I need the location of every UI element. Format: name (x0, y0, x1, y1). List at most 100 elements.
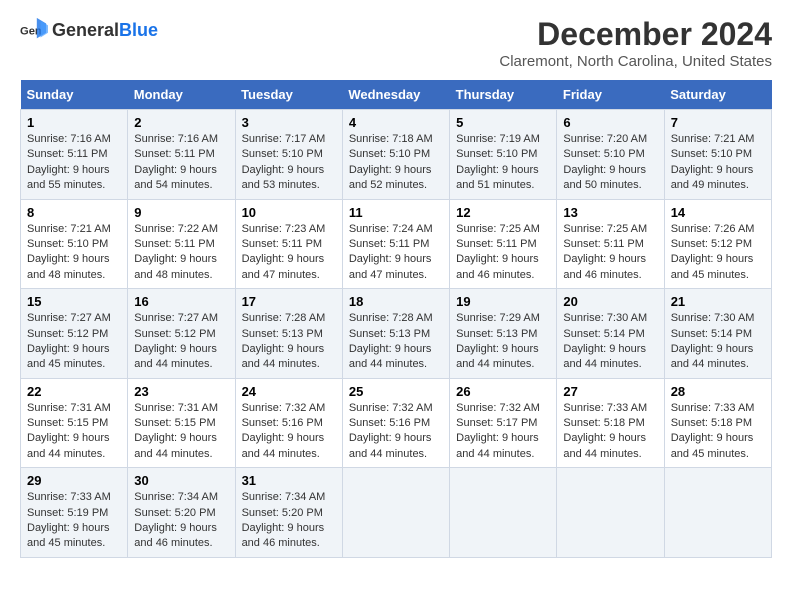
day-info: Sunrise: 7:26 AM Sunset: 5:12 PM Dayligh… (671, 222, 765, 284)
header-friday: Friday (557, 80, 664, 110)
day-number: 26 (456, 384, 550, 399)
page-header: Gen GeneralBlue December 2024 Claremont,… (20, 16, 772, 70)
day-cell (557, 468, 664, 558)
day-cell: 24 Sunrise: 7:32 AM Sunset: 5:16 PM Dayl… (235, 378, 342, 468)
day-info: Sunrise: 7:32 AM Sunset: 5:16 PM Dayligh… (349, 401, 443, 463)
day-info: Sunrise: 7:19 AM Sunset: 5:10 PM Dayligh… (456, 132, 550, 194)
day-number: 8 (27, 205, 121, 220)
day-cell: 13 Sunrise: 7:25 AM Sunset: 5:11 PM Dayl… (557, 199, 664, 289)
day-info: Sunrise: 7:16 AM Sunset: 5:11 PM Dayligh… (134, 132, 228, 194)
day-number: 3 (242, 115, 336, 130)
day-info: Sunrise: 7:30 AM Sunset: 5:14 PM Dayligh… (563, 311, 657, 373)
header-monday: Monday (128, 80, 235, 110)
day-cell (342, 468, 449, 558)
day-cell: 1 Sunrise: 7:16 AM Sunset: 5:11 PM Dayli… (21, 110, 128, 200)
calendar-header: SundayMondayTuesdayWednesdayThursdayFrid… (21, 80, 772, 110)
day-number: 20 (563, 294, 657, 309)
day-info: Sunrise: 7:17 AM Sunset: 5:10 PM Dayligh… (242, 132, 336, 194)
day-cell (664, 468, 771, 558)
day-info: Sunrise: 7:27 AM Sunset: 5:12 PM Dayligh… (134, 311, 228, 373)
day-cell: 31 Sunrise: 7:34 AM Sunset: 5:20 PM Dayl… (235, 468, 342, 558)
week-row-1: 1 Sunrise: 7:16 AM Sunset: 5:11 PM Dayli… (21, 110, 772, 200)
day-info: Sunrise: 7:32 AM Sunset: 5:17 PM Dayligh… (456, 401, 550, 463)
subtitle: Claremont, North Carolina, United States (499, 53, 772, 70)
header-wednesday: Wednesday (342, 80, 449, 110)
day-number: 13 (563, 205, 657, 220)
day-cell: 3 Sunrise: 7:17 AM Sunset: 5:10 PM Dayli… (235, 110, 342, 200)
day-number: 4 (349, 115, 443, 130)
day-number: 7 (671, 115, 765, 130)
calendar-table: SundayMondayTuesdayWednesdayThursdayFrid… (20, 80, 772, 558)
day-number: 12 (456, 205, 550, 220)
logo-text-blue: Blue (119, 20, 158, 40)
day-cell: 14 Sunrise: 7:26 AM Sunset: 5:12 PM Dayl… (664, 199, 771, 289)
day-info: Sunrise: 7:27 AM Sunset: 5:12 PM Dayligh… (27, 311, 121, 373)
day-info: Sunrise: 7:18 AM Sunset: 5:10 PM Dayligh… (349, 132, 443, 194)
day-number: 1 (27, 115, 121, 130)
day-info: Sunrise: 7:28 AM Sunset: 5:13 PM Dayligh… (349, 311, 443, 373)
calendar-body: 1 Sunrise: 7:16 AM Sunset: 5:11 PM Dayli… (21, 110, 772, 558)
day-number: 16 (134, 294, 228, 309)
day-cell: 7 Sunrise: 7:21 AM Sunset: 5:10 PM Dayli… (664, 110, 771, 200)
day-info: Sunrise: 7:28 AM Sunset: 5:13 PM Dayligh… (242, 311, 336, 373)
day-info: Sunrise: 7:29 AM Sunset: 5:13 PM Dayligh… (456, 311, 550, 373)
header-sunday: Sunday (21, 80, 128, 110)
day-info: Sunrise: 7:24 AM Sunset: 5:11 PM Dayligh… (349, 222, 443, 284)
day-number: 27 (563, 384, 657, 399)
week-row-4: 22 Sunrise: 7:31 AM Sunset: 5:15 PM Dayl… (21, 378, 772, 468)
day-cell: 18 Sunrise: 7:28 AM Sunset: 5:13 PM Dayl… (342, 289, 449, 379)
day-cell: 26 Sunrise: 7:32 AM Sunset: 5:17 PM Dayl… (450, 378, 557, 468)
day-cell: 9 Sunrise: 7:22 AM Sunset: 5:11 PM Dayli… (128, 199, 235, 289)
day-number: 31 (242, 473, 336, 488)
header-tuesday: Tuesday (235, 80, 342, 110)
week-row-2: 8 Sunrise: 7:21 AM Sunset: 5:10 PM Dayli… (21, 199, 772, 289)
day-cell: 5 Sunrise: 7:19 AM Sunset: 5:10 PM Dayli… (450, 110, 557, 200)
day-info: Sunrise: 7:25 AM Sunset: 5:11 PM Dayligh… (456, 222, 550, 284)
day-cell: 2 Sunrise: 7:16 AM Sunset: 5:11 PM Dayli… (128, 110, 235, 200)
day-number: 15 (27, 294, 121, 309)
day-cell: 19 Sunrise: 7:29 AM Sunset: 5:13 PM Dayl… (450, 289, 557, 379)
title-area: December 2024 Claremont, North Carolina,… (499, 16, 772, 70)
day-number: 22 (27, 384, 121, 399)
day-number: 6 (563, 115, 657, 130)
day-number: 21 (671, 294, 765, 309)
day-number: 23 (134, 384, 228, 399)
logo-icon: Gen (20, 16, 48, 44)
day-cell: 4 Sunrise: 7:18 AM Sunset: 5:10 PM Dayli… (342, 110, 449, 200)
day-cell: 21 Sunrise: 7:30 AM Sunset: 5:14 PM Dayl… (664, 289, 771, 379)
day-cell: 20 Sunrise: 7:30 AM Sunset: 5:14 PM Dayl… (557, 289, 664, 379)
day-info: Sunrise: 7:33 AM Sunset: 5:19 PM Dayligh… (27, 490, 121, 552)
day-info: Sunrise: 7:25 AM Sunset: 5:11 PM Dayligh… (563, 222, 657, 284)
day-cell: 23 Sunrise: 7:31 AM Sunset: 5:15 PM Dayl… (128, 378, 235, 468)
day-cell: 30 Sunrise: 7:34 AM Sunset: 5:20 PM Dayl… (128, 468, 235, 558)
day-number: 30 (134, 473, 228, 488)
day-cell: 17 Sunrise: 7:28 AM Sunset: 5:13 PM Dayl… (235, 289, 342, 379)
day-cell: 25 Sunrise: 7:32 AM Sunset: 5:16 PM Dayl… (342, 378, 449, 468)
header-thursday: Thursday (450, 80, 557, 110)
day-info: Sunrise: 7:30 AM Sunset: 5:14 PM Dayligh… (671, 311, 765, 373)
day-cell: 28 Sunrise: 7:33 AM Sunset: 5:18 PM Dayl… (664, 378, 771, 468)
logo-text: GeneralBlue (52, 20, 158, 41)
day-cell: 27 Sunrise: 7:33 AM Sunset: 5:18 PM Dayl… (557, 378, 664, 468)
day-info: Sunrise: 7:31 AM Sunset: 5:15 PM Dayligh… (134, 401, 228, 463)
day-cell: 22 Sunrise: 7:31 AM Sunset: 5:15 PM Dayl… (21, 378, 128, 468)
logo: Gen GeneralBlue (20, 16, 158, 44)
day-number: 14 (671, 205, 765, 220)
week-row-5: 29 Sunrise: 7:33 AM Sunset: 5:19 PM Dayl… (21, 468, 772, 558)
day-info: Sunrise: 7:32 AM Sunset: 5:16 PM Dayligh… (242, 401, 336, 463)
day-info: Sunrise: 7:23 AM Sunset: 5:11 PM Dayligh… (242, 222, 336, 284)
day-number: 2 (134, 115, 228, 130)
day-info: Sunrise: 7:33 AM Sunset: 5:18 PM Dayligh… (671, 401, 765, 463)
day-number: 9 (134, 205, 228, 220)
logo-text-general: General (52, 20, 119, 40)
day-info: Sunrise: 7:34 AM Sunset: 5:20 PM Dayligh… (242, 490, 336, 552)
week-row-3: 15 Sunrise: 7:27 AM Sunset: 5:12 PM Dayl… (21, 289, 772, 379)
day-info: Sunrise: 7:16 AM Sunset: 5:11 PM Dayligh… (27, 132, 121, 194)
day-info: Sunrise: 7:31 AM Sunset: 5:15 PM Dayligh… (27, 401, 121, 463)
day-cell: 10 Sunrise: 7:23 AM Sunset: 5:11 PM Dayl… (235, 199, 342, 289)
day-cell (450, 468, 557, 558)
day-number: 28 (671, 384, 765, 399)
day-cell: 11 Sunrise: 7:24 AM Sunset: 5:11 PM Dayl… (342, 199, 449, 289)
day-cell: 16 Sunrise: 7:27 AM Sunset: 5:12 PM Dayl… (128, 289, 235, 379)
day-info: Sunrise: 7:34 AM Sunset: 5:20 PM Dayligh… (134, 490, 228, 552)
